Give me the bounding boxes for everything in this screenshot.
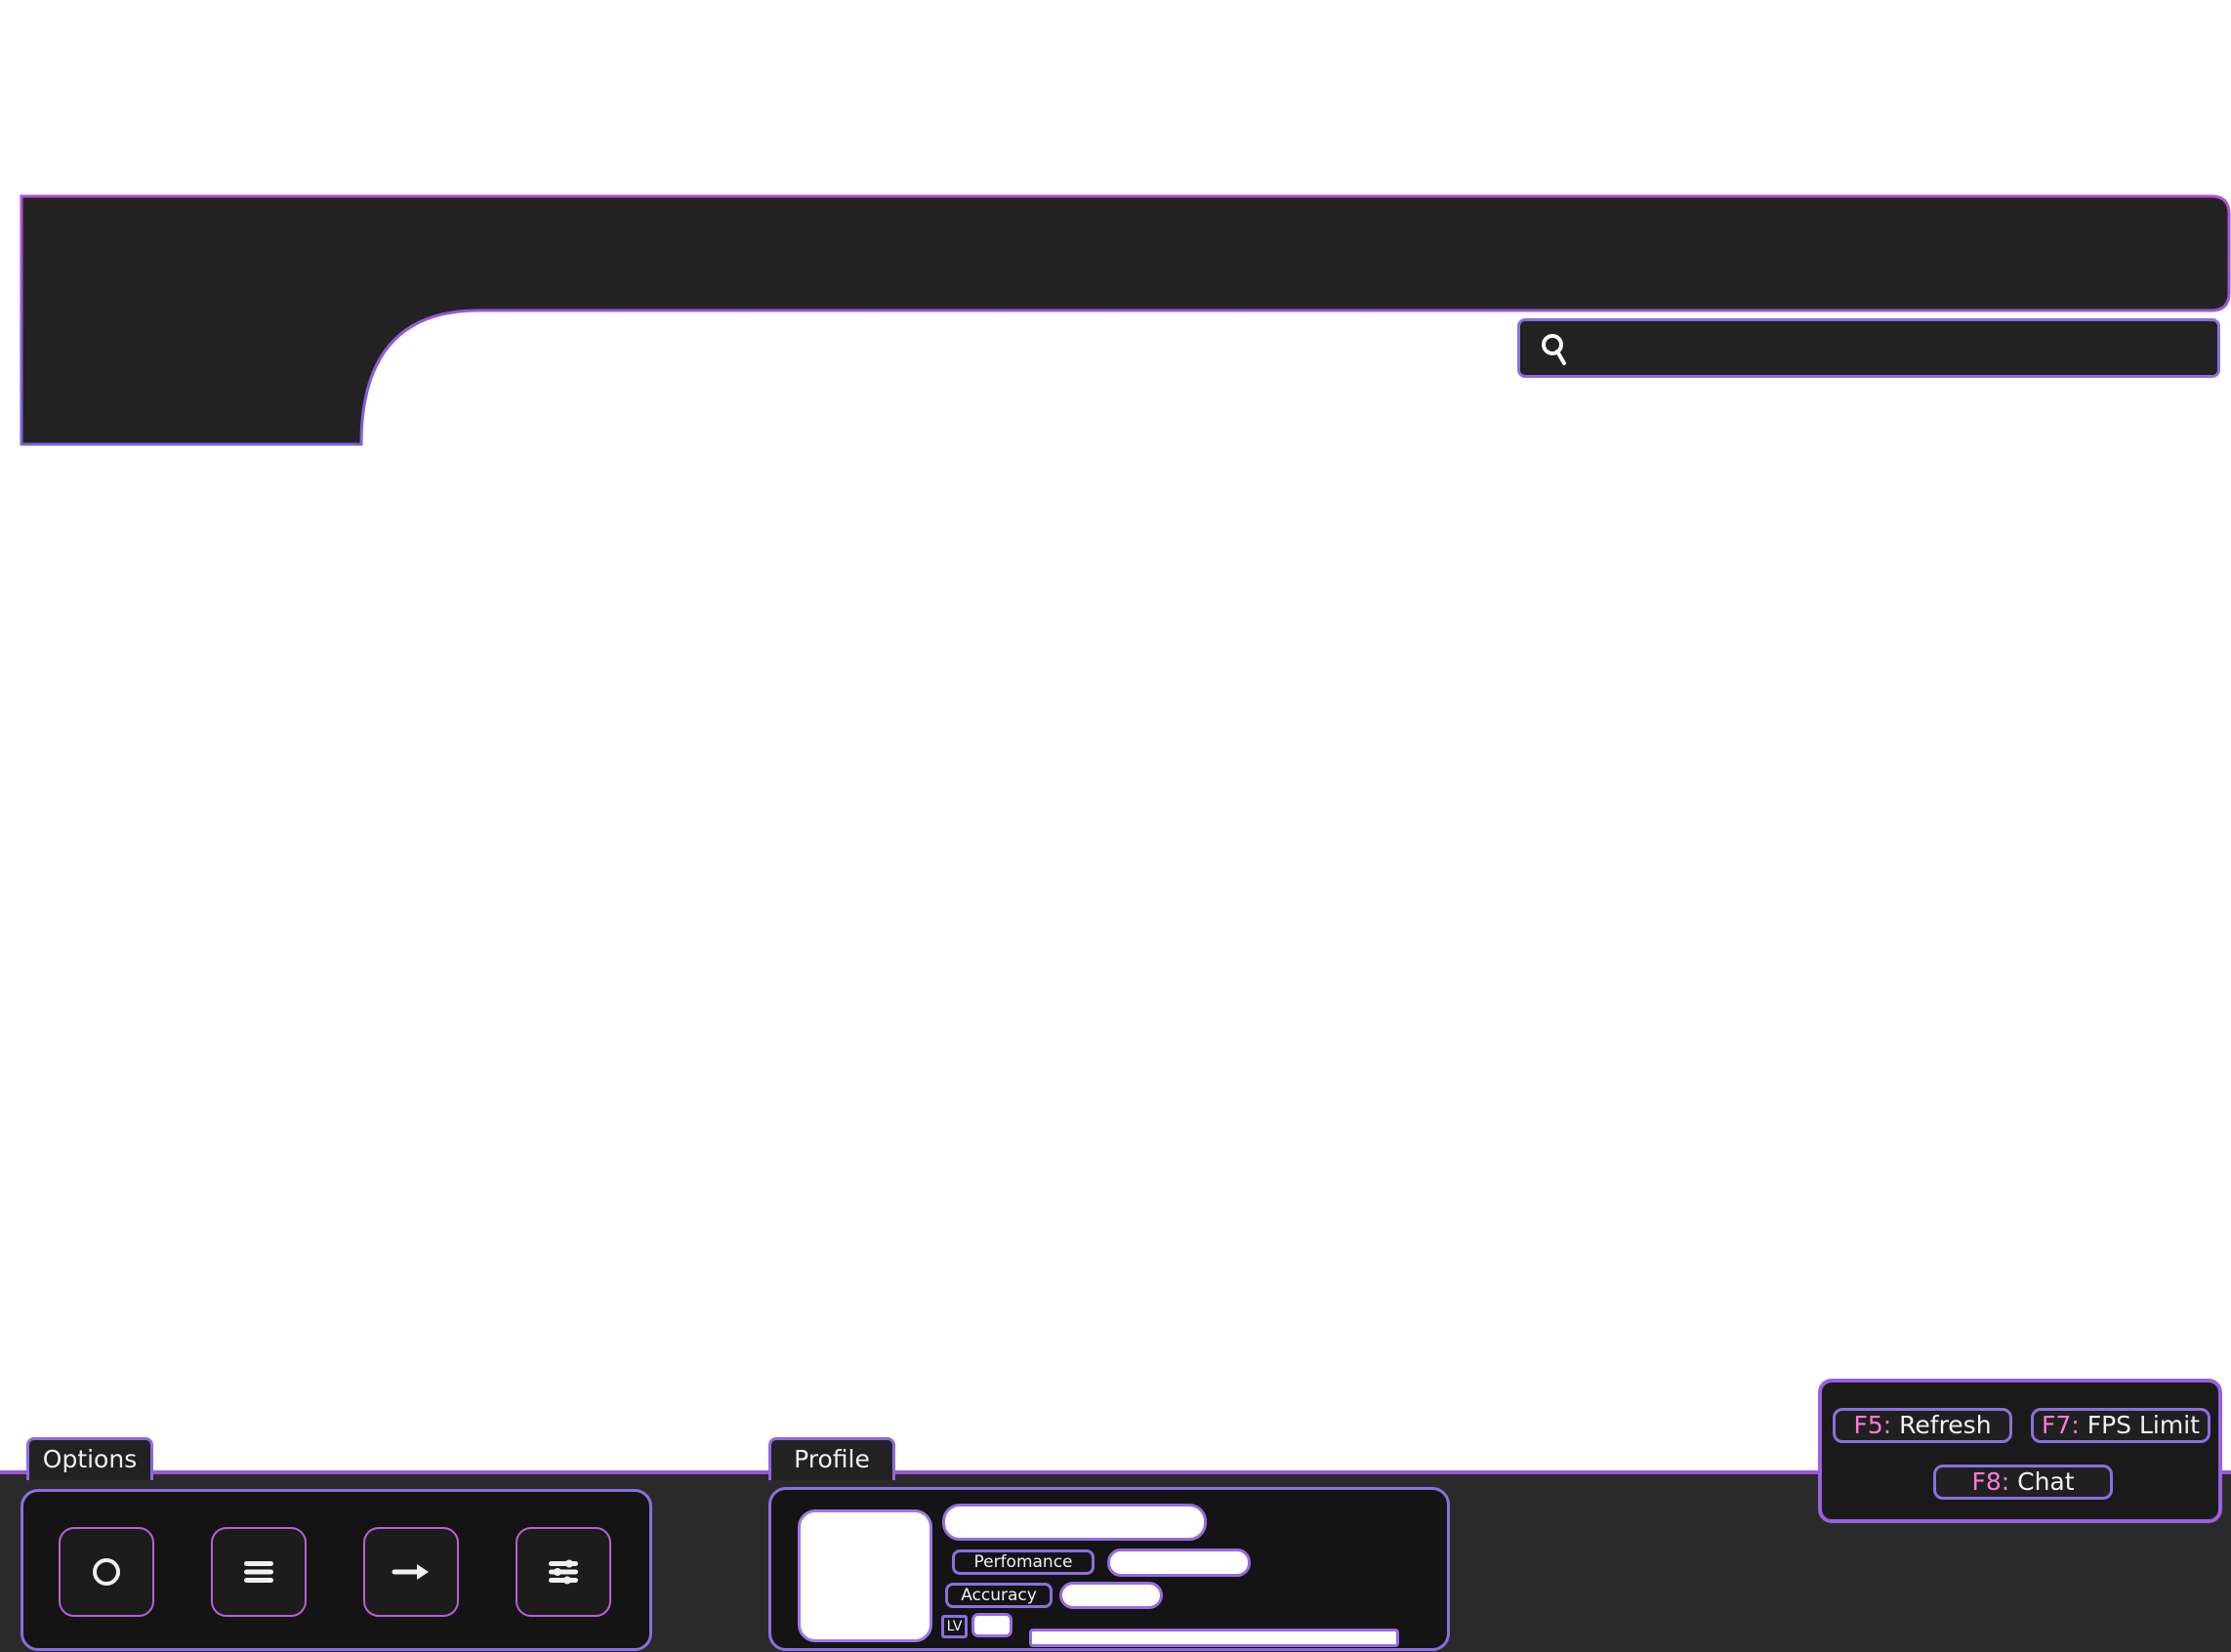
- menu-icon: [244, 1561, 273, 1583]
- top-header: [20, 194, 2231, 446]
- options-tab[interactable]: Options: [26, 1437, 153, 1480]
- sliders-button[interactable]: [516, 1527, 611, 1617]
- chat-label: Chat: [2009, 1467, 2075, 1496]
- experience-bar: [1029, 1629, 1399, 1647]
- arrow-right-icon: [392, 1564, 429, 1580]
- fps-key: F7: [2042, 1411, 2072, 1439]
- accuracy-label: Accuracy: [945, 1583, 1053, 1608]
- chat-button[interactable]: F8: Chat: [1933, 1465, 2113, 1500]
- options-panel: [21, 1489, 652, 1651]
- refresh-key: F5: [1853, 1411, 1883, 1439]
- shortcuts-panel: F5: Refresh F7: FPS Limit F8: Chat: [1818, 1379, 2222, 1523]
- refresh-sep: :: [1882, 1411, 1892, 1439]
- level-bar: [971, 1613, 1012, 1637]
- refresh-button[interactable]: F5: Refresh: [1833, 1408, 2012, 1443]
- sliders-icon: [549, 1559, 578, 1585]
- performance-bar: [1107, 1549, 1251, 1577]
- fps-label: FPS Limit: [2079, 1411, 2200, 1439]
- refresh-label: Refresh: [1891, 1411, 1992, 1439]
- accuracy-bar: [1059, 1582, 1163, 1609]
- username-bar: [942, 1504, 1207, 1541]
- performance-label: Perfomance: [952, 1549, 1095, 1575]
- fps-limit-button[interactable]: F7: FPS Limit: [2031, 1408, 2210, 1443]
- profile-panel: Perfomance Accuracy LV: [768, 1487, 1450, 1651]
- chat-sep: :: [2001, 1467, 2010, 1496]
- avatar[interactable]: [798, 1509, 932, 1642]
- circle-button[interactable]: [59, 1527, 154, 1617]
- level-label: LV: [941, 1615, 968, 1638]
- menu-button[interactable]: [211, 1527, 307, 1617]
- circle-icon: [93, 1558, 120, 1586]
- search-icon: [1542, 334, 1566, 365]
- chat-key: F8: [1971, 1467, 2002, 1496]
- search-bar[interactable]: [1517, 318, 2220, 378]
- fps-sep: :: [2071, 1411, 2080, 1439]
- arrow-button[interactable]: [363, 1527, 459, 1617]
- profile-tab[interactable]: Profile: [768, 1437, 895, 1480]
